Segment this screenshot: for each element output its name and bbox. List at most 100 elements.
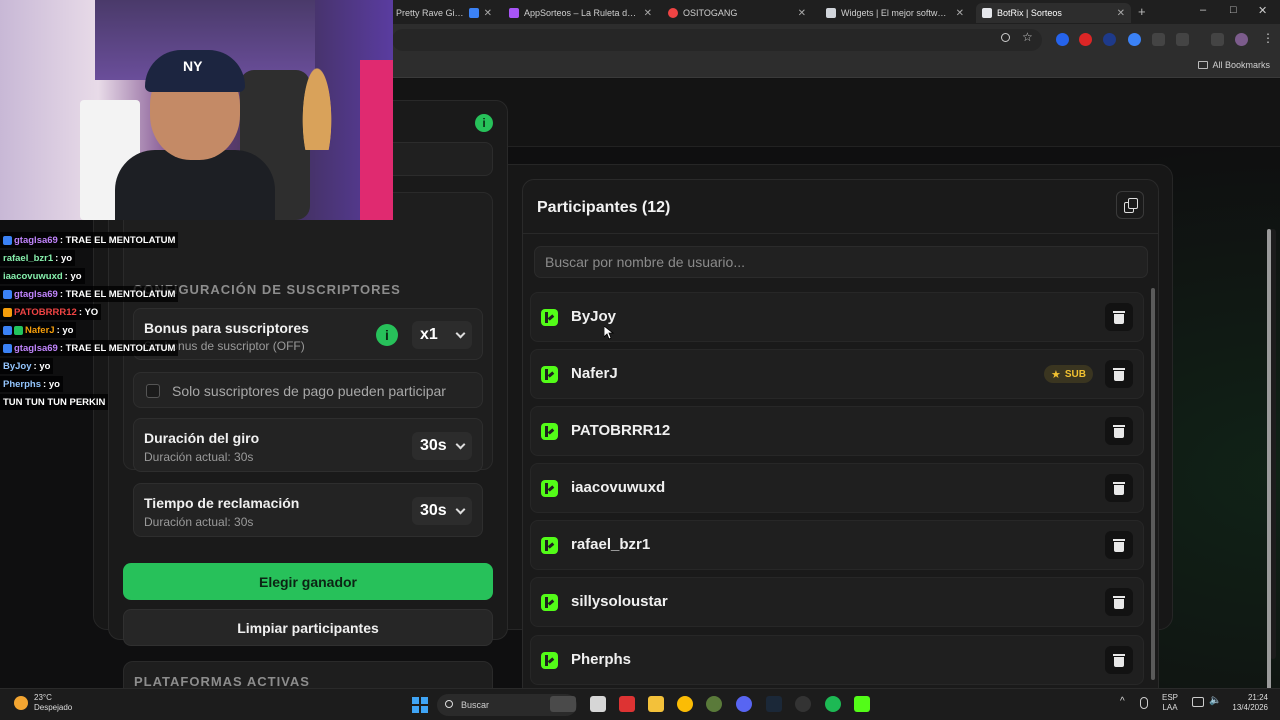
reading-list-icon[interactable] [1211,33,1224,46]
trash-icon [1113,311,1125,313]
chat-text: : yo [55,252,73,264]
delete-participant-button[interactable] [1105,588,1133,616]
all-bookmarks-button[interactable]: All Bookmarks [1198,60,1270,70]
kick-icon [541,366,558,383]
language-indicator[interactable]: ESP LAA [1162,693,1178,713]
kick-icon [541,594,558,611]
chat-text: : TRAE EL MENTOLATUM [59,342,176,354]
steam-icon[interactable] [766,696,782,712]
clear-participants-button[interactable]: Limpiar participantes [123,609,493,646]
participant-search-input[interactable] [534,246,1148,278]
chat-message: gtaglsa69: TRAE EL MENTOLATUM [0,286,179,302]
chat-username: Pherphs [3,378,42,390]
file-explorer-icon[interactable] [648,696,664,712]
participants-title: Participantes (12) [537,199,671,216]
chat-username: gtaglsa69 [14,234,58,246]
tab-widgets[interactable]: Widgets | El mejor software pa ✕ [820,3,970,23]
tab-botrix-sorteos[interactable]: BotRix | Sorteos ✕ [976,3,1131,23]
maximize-button[interactable]: □ [1230,4,1237,16]
tab-label: Widgets | El mejor software pa [841,8,951,18]
tab-appsorteos[interactable]: AppSorteos – La Ruleta de la S ✕ [503,3,658,23]
chat-message: TUN TUN TUN PERKIN [0,394,109,410]
extension-icon[interactable] [1128,33,1141,46]
tab-close-icon[interactable]: ✕ [798,8,806,19]
obs-icon[interactable] [795,696,811,712]
page-scrollbar-thumb[interactable] [1267,229,1271,688]
extension-icon[interactable] [1103,33,1116,46]
bookmark-star-icon[interactable]: ☆ [1022,30,1033,44]
network-icon[interactable] [1192,697,1204,707]
taskbar: 23°C Despejado Buscar ^ ESP LAA 🔈 21:24 [0,688,1280,720]
tab-favicon-icon [509,8,519,18]
webcam-shirt [115,150,275,220]
chrome-icon[interactable] [677,696,693,712]
tab-pretty-rave-girl[interactable]: Pretty Rave Girl (Ori ✕ [390,3,498,23]
webcam-pink-wall [360,60,393,220]
trash-icon [1113,654,1125,656]
new-tab-button[interactable]: + [1138,4,1146,19]
chat-username: gtaglsa69 [14,288,58,300]
bonus-info-icon[interactable]: i [376,324,398,346]
spotify-icon[interactable] [825,696,841,712]
discord-icon[interactable] [736,696,752,712]
participant-row: ByJoy [530,292,1144,342]
bonus-multiplier-select[interactable]: x1 [412,321,472,349]
extensions-puzzle-icon[interactable] [1176,33,1189,46]
taskbar-app-icon[interactable] [619,696,635,712]
delete-participant-button[interactable] [1105,474,1133,502]
weather-widget[interactable]: 23°C Despejado [14,693,72,713]
chat-badge-icon [14,325,23,335]
tab-ositogang[interactable]: OSITOGANG ✕ [662,3,812,23]
delete-participant-button[interactable] [1105,303,1133,331]
chat-username: PATOBRRR12 [14,306,77,318]
close-window-button[interactable]: ✕ [1258,4,1267,17]
claim-time-select[interactable]: 30s [412,497,472,525]
tab-close-icon[interactable]: ✕ [484,8,492,19]
choose-winner-button[interactable]: Elegir ganador [123,563,493,600]
task-view-icon[interactable] [590,696,606,712]
minimize-button[interactable]: – [1200,4,1206,16]
delete-participant-button[interactable] [1105,646,1133,674]
chat-badge-icon [3,343,12,353]
volume-icon[interactable]: 🔈 [1209,696,1221,706]
participant-name: NaferJ [571,365,618,382]
windows-start-icon[interactable] [412,697,428,713]
microphone-icon[interactable] [1140,697,1148,709]
extension-icon[interactable] [1079,33,1092,46]
copy-participants-button[interactable] [1116,191,1144,219]
mouse-cursor-icon [604,326,614,340]
spin-duration-value: 30s [420,437,447,454]
chat-text: : yo [33,360,51,372]
sub-badge-label: SUB [1064,368,1086,380]
delete-participant-button[interactable] [1105,417,1133,445]
participants-header: Participantes (12) [523,180,1158,234]
spin-duration-select[interactable]: 30s [412,432,472,460]
clock[interactable]: 21:24 13/4/2026 [1226,693,1268,713]
info-icon[interactable]: i [475,114,493,132]
chat-message: gtaglsa69: TRAE EL MENTOLATUM [0,340,179,356]
tab-close-icon[interactable]: ✕ [956,8,964,19]
taskbar-app-icon[interactable] [550,696,576,712]
participant-row: rafael_bzr1 [530,520,1144,570]
kebab-menu-icon[interactable]: ⋮ [1262,31,1274,45]
kick-icon[interactable] [854,696,870,712]
participants-scrollbar[interactable] [1151,288,1155,680]
chat-text: : yo [56,324,74,336]
zoom-icon[interactable] [1001,33,1010,42]
tab-close-icon[interactable]: ✕ [1117,8,1125,19]
tab-close-icon[interactable]: ✕ [644,8,652,19]
participant-row: iaacovuwuxd [530,463,1144,513]
moon-weather-icon [14,696,28,710]
delete-participant-button[interactable] [1105,531,1133,559]
webcam-overlay: NY [0,0,393,220]
extension-icon[interactable] [1152,33,1165,46]
address-input[interactable] [392,29,1042,51]
extension-icon[interactable] [1056,33,1069,46]
profile-avatar[interactable] [1235,33,1248,46]
delete-participant-button[interactable] [1105,360,1133,388]
spin-duration-subtitle: Duración actual: 30s [144,450,254,464]
weather-status: Despejado [34,703,73,712]
taskbar-app-icon[interactable] [706,696,722,712]
tray-chevron-icon[interactable]: ^ [1120,697,1125,707]
page-scrollbar[interactable] [1267,229,1276,688]
